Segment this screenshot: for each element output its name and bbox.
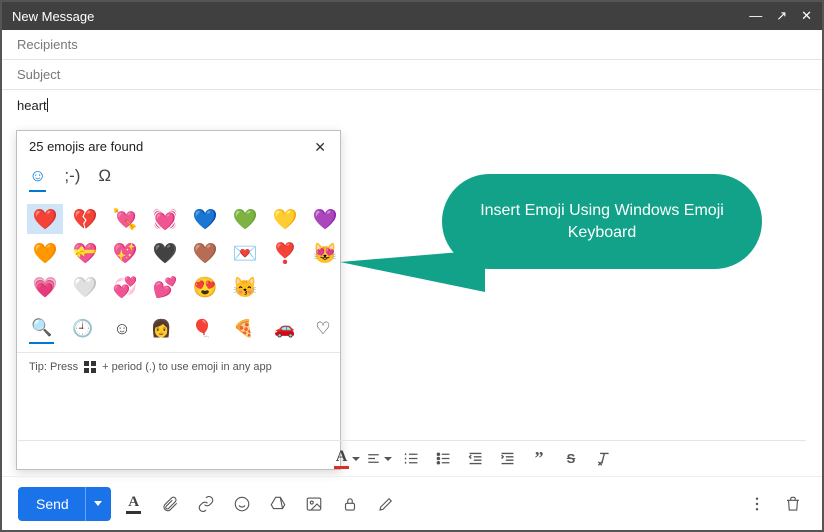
insert-drive-button[interactable] <box>265 491 291 517</box>
quote-button[interactable]: ” <box>526 446 552 472</box>
trash-icon <box>784 495 802 513</box>
paperclip-icon <box>161 495 179 513</box>
drive-icon <box>269 495 287 513</box>
tab-kaomoji[interactable]: ;-) <box>64 162 80 192</box>
annotation-callout: Insert Emoji Using Windows Emoji Keyboar… <box>442 174 762 269</box>
strikethrough-button[interactable]: S <box>558 446 584 472</box>
emoji-option[interactable]: 💓 <box>147 204 183 234</box>
send-button[interactable]: Send <box>18 487 111 521</box>
emoji-option[interactable]: 🖤 <box>147 238 183 268</box>
emoji-option[interactable]: 💛 <box>267 204 303 234</box>
compose-bottom-bar: Send A <box>2 476 822 530</box>
emoji-tip: Tip: Press + period (.) to use emoji in … <box>17 352 340 381</box>
windows-logo-icon <box>84 361 96 373</box>
image-icon <box>305 495 323 513</box>
tab-symbols[interactable]: Ω <box>98 162 111 192</box>
emoji-option[interactable]: 💞 <box>107 272 143 302</box>
cat-recent-icon[interactable]: 🕘 <box>70 315 95 343</box>
font-color-button[interactable]: A <box>334 446 360 472</box>
emoji-option[interactable]: 💔 <box>67 204 103 234</box>
emoji-option[interactable]: 😽 <box>227 272 263 302</box>
body-text: heart <box>17 98 47 113</box>
subject-field[interactable]: Subject <box>2 60 822 90</box>
emoji-status: 25 emojis are found <box>29 139 310 154</box>
close-icon[interactable]: ✕ <box>801 8 812 24</box>
cat-food-icon[interactable]: 🍕 <box>231 315 256 343</box>
numbered-list-icon <box>403 450 420 467</box>
emoji-option[interactable]: 🤍 <box>67 272 103 302</box>
attach-file-button[interactable] <box>157 491 183 517</box>
smile-icon <box>233 495 251 513</box>
minimize-icon[interactable]: — <box>749 8 762 24</box>
emoji-option[interactable]: 💗 <box>27 272 63 302</box>
emoji-option[interactable]: 💌 <box>227 238 263 268</box>
remove-formatting-button[interactable] <box>590 446 616 472</box>
send-label: Send <box>18 496 85 512</box>
cat-people-icon[interactable]: 👩 <box>149 315 174 343</box>
formatting-options-button[interactable]: A <box>121 491 147 517</box>
indent-more-button[interactable] <box>494 446 520 472</box>
bulleted-list-button[interactable] <box>430 446 456 472</box>
text-caret <box>47 98 48 112</box>
subject-placeholder: Subject <box>17 67 60 82</box>
insert-photo-button[interactable] <box>301 491 327 517</box>
bulleted-list-icon <box>435 450 452 467</box>
callout-text: Insert Emoji Using Windows Emoji Keyboar… <box>476 200 728 243</box>
align-button[interactable] <box>366 446 392 472</box>
insert-signature-button[interactable] <box>373 491 399 517</box>
more-vert-icon <box>748 495 766 513</box>
popout-icon[interactable]: ↗ <box>776 8 787 24</box>
insert-emoji-button[interactable] <box>229 491 255 517</box>
emoji-option[interactable]: ❣️ <box>267 238 303 268</box>
link-icon <box>197 495 215 513</box>
send-dropdown-icon[interactable] <box>85 487 111 521</box>
emoji-option[interactable]: 😻 <box>307 238 343 268</box>
insert-link-button[interactable] <box>193 491 219 517</box>
emoji-option[interactable]: 🤎 <box>187 238 223 268</box>
emoji-option[interactable]: 💝 <box>67 238 103 268</box>
discard-draft-button[interactable] <box>780 491 806 517</box>
compose-titlebar: New Message — ↗ ✕ <box>2 2 822 30</box>
cat-celebration-icon[interactable]: 🎈 <box>190 315 215 343</box>
emoji-option[interactable]: 💙 <box>187 204 223 234</box>
clear-format-icon <box>595 450 612 467</box>
cat-search-icon[interactable]: 🔍 <box>29 314 54 344</box>
align-icon <box>366 450 381 467</box>
format-left-hidden <box>22 441 322 476</box>
indent-less-button[interactable] <box>462 446 488 472</box>
windows-emoji-panel: 25 emojis are found ✕ ☺ ;-) Ω ❤️💔💘💓💙💚💛💜 🧡… <box>16 130 341 470</box>
pen-icon <box>377 495 395 513</box>
emoji-option[interactable]: 💕 <box>147 272 183 302</box>
indent-less-icon <box>467 450 484 467</box>
recipients-placeholder: Recipients <box>17 37 78 52</box>
tab-emoji[interactable]: ☺ <box>29 162 46 192</box>
emoji-option[interactable]: 💚 <box>227 204 263 234</box>
emoji-option[interactable]: 💖 <box>107 238 143 268</box>
format-toolbar: A ” S <box>18 440 806 476</box>
cat-transport-icon[interactable]: 🚗 <box>272 315 297 343</box>
confidential-mode-button[interactable] <box>337 491 363 517</box>
indent-more-icon <box>499 450 516 467</box>
cat-heart-icon[interactable]: ♡ <box>313 315 332 343</box>
compose-body[interactable]: heart <box>2 90 822 113</box>
cat-faces-icon[interactable]: ☺ <box>111 315 132 343</box>
recipients-field[interactable]: Recipients <box>2 30 822 60</box>
lock-clock-icon <box>341 495 359 513</box>
more-options-button[interactable] <box>744 491 770 517</box>
window-title: New Message <box>12 9 749 24</box>
emoji-panel-close-icon[interactable]: ✕ <box>310 139 330 156</box>
emoji-grid: ❤️💔💘💓💙💚💛💜 🧡💝💖🖤🤎💌❣️😻 💗🤍💞💕😍😽 <box>17 196 340 308</box>
emoji-option[interactable]: ❤️ <box>27 204 63 234</box>
emoji-option[interactable]: 💜 <box>307 204 343 234</box>
tip-post: + period (.) to use emoji in any app <box>102 361 272 373</box>
tip-pre: Tip: Press <box>29 361 78 373</box>
numbered-list-button[interactable] <box>398 446 424 472</box>
emoji-option[interactable]: 💘 <box>107 204 143 234</box>
emoji-option[interactable]: 😍 <box>187 272 223 302</box>
emoji-option[interactable]: 🧡 <box>27 238 63 268</box>
